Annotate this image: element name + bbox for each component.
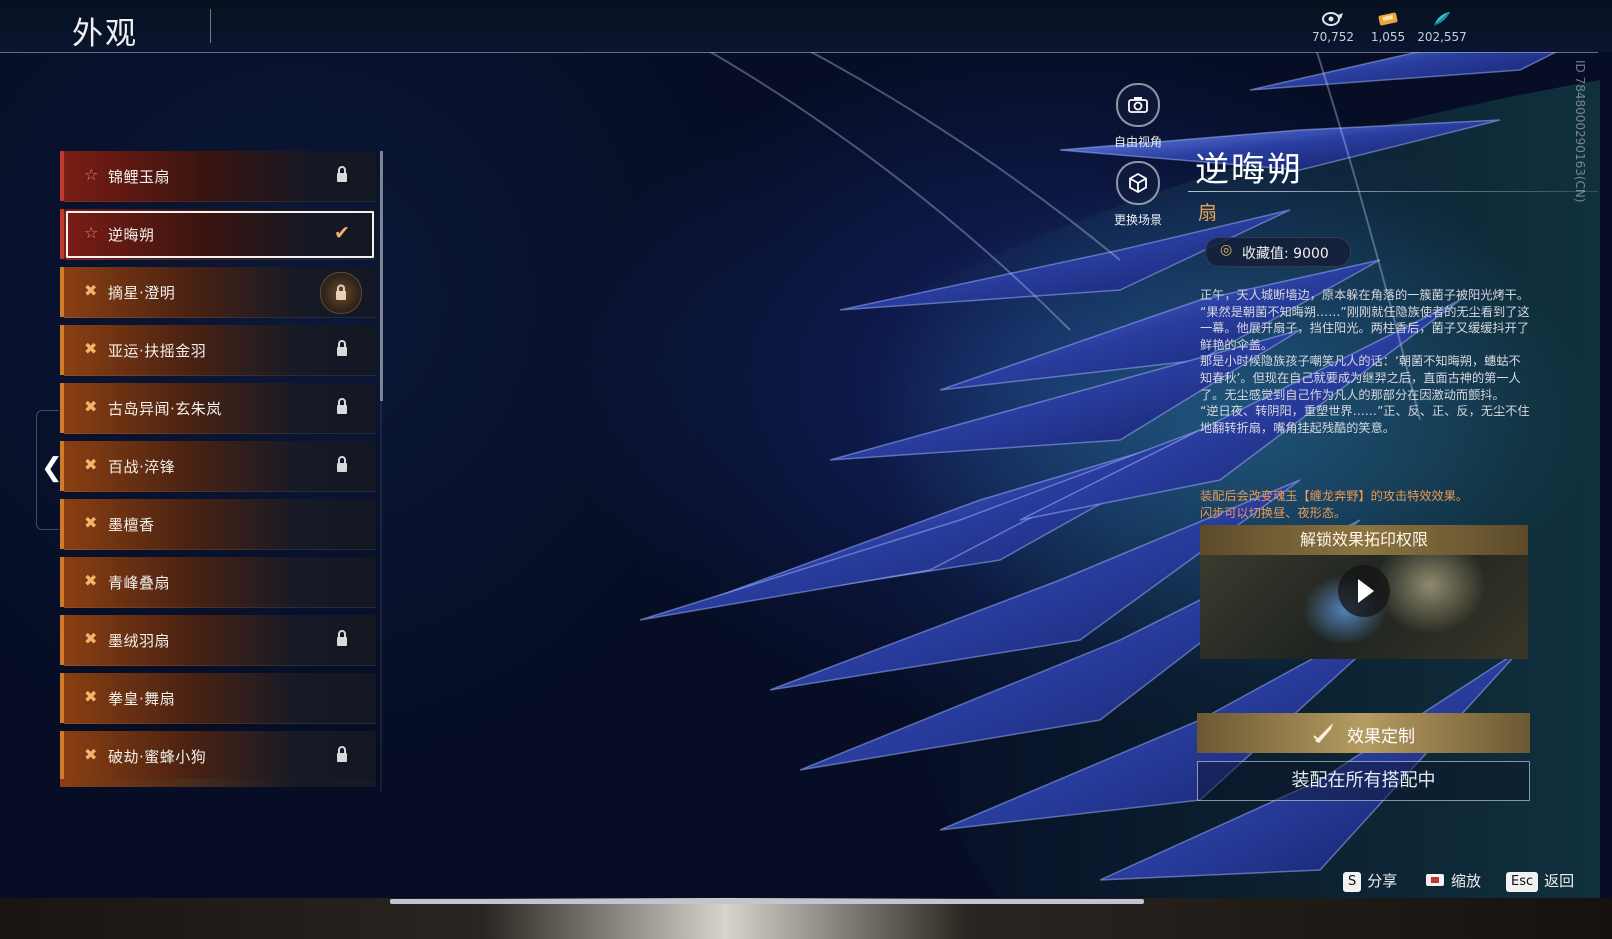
currency-spirit-value: 70,752 [1312,30,1354,44]
item-type: 扇 [1198,202,1218,224]
lock-icon [332,396,352,418]
currency-ticket: 1,055 [1358,10,1418,44]
list-item[interactable]: ☆ 锦鲤玉扇 [60,151,376,202]
item-label: 拳皇·舞扇 [108,690,176,708]
free-camera-button[interactable]: 自由视角 [1098,83,1178,150]
item-label: 亚运·扶摇金羽 [108,342,207,360]
zoom-label: 缩放 [1451,872,1482,890]
appearance-list: ☆ 锦鲤玉扇 ☆ 逆晦朔 ✔ ✖ 摘星·澄明 ✖ 亚运·扶摇金羽 ✖ 古岛异闻·… [60,151,376,789]
play-button[interactable] [1338,565,1390,617]
currency-feather-value: 202,557 [1417,30,1467,44]
key-s: S [1343,872,1362,892]
top-divider [0,52,1598,53]
list-item[interactable]: ✖ 破劫·蜜蜂小狗 [60,731,376,782]
sword-icon [1311,721,1337,749]
collection-icon: ◎ [1220,242,1233,258]
play-icon [1358,579,1374,603]
cross-rarity-icon: ✖ [84,455,98,474]
cross-rarity-icon: ✖ [84,513,98,532]
feather-currency-icon [1412,10,1472,28]
list-item[interactable]: ✖ 摘星·澄明 [60,267,376,318]
list-item[interactable]: ✖ 百战·淬锋 [60,441,376,492]
item-description: 正午，天人城断墙边，原本躲在角落的一簇菌子被阳光烤干。 “果然是朝菌不知晦朔……… [1200,287,1530,436]
list-item[interactable]: ✖ 墨绒羽扇 [60,615,376,666]
camera-icon [1116,83,1160,127]
collection-value-badge: ◎ 收藏值: 9000 [1205,237,1351,267]
item-label: 摘星·澄明 [108,284,176,302]
item-label: 青峰叠扇 [108,574,171,592]
list-item[interactable]: ✖ 拳皇·舞扇 [60,673,376,724]
equip-all-button[interactable]: 装配在所有搭配中 [1197,761,1530,801]
cube-icon [1116,161,1160,205]
unlock-effect-banner[interactable]: 解锁效果拓印权限 [1200,525,1528,555]
share-label: 分享 [1367,872,1398,890]
locked-badge-icon [320,272,362,314]
list-item[interactable]: ✖ 青峰叠扇 [60,557,376,608]
list-item[interactable]: ✖ 古岛异闻·玄朱岚 [60,383,376,434]
vertical-id-text: ID 7848000290163(CN) [1573,60,1587,203]
item-label: 古岛异闻·玄朱岚 [108,400,222,418]
lock-icon [332,454,352,476]
free-camera-label: 自由视角 [1113,135,1162,149]
chevron-left-icon: ❮ [41,453,63,483]
cross-rarity-icon: ✖ [84,629,98,648]
effect-note-line: 闪步可以切换昼、夜形态。 [1200,505,1347,520]
zoom-hint[interactable]: 缩放 [1425,870,1481,891]
list-item-partial[interactable] [60,779,376,787]
customize-effect-button[interactable]: 效果定制 [1197,713,1530,753]
item-label: 逆晦朔 [108,226,155,244]
title-separator [210,9,211,43]
item-label: 锦鲤玉扇 [108,168,171,186]
list-item-selected[interactable]: ☆ 逆晦朔 ✔ [60,209,376,260]
zoom-icon [1425,871,1445,889]
ticket-currency-icon [1358,10,1418,28]
lock-icon [332,338,352,360]
collection-value: 收藏值: 9000 [1242,246,1329,262]
description-paragraph: “果然是朝菌不知晦朔……”刚刚就任隐族使者的无尘看到了这一幕。他展开扇子，挡住阳… [1200,304,1530,352]
list-item[interactable]: ✖ 亚运·扶摇金羽 [60,325,376,376]
page-title: 外观 [72,16,138,52]
customize-effect-label: 效果定制 [1347,727,1415,747]
checkmark-icon: ✔ [334,222,350,244]
cross-rarity-icon: ✖ [84,687,98,706]
cross-rarity-icon: ✖ [84,281,98,300]
description-paragraph: “逆日夜、转阴阳，重塑世界……”正、反、正、反，无尘不住地翻转折扇，嘴角挂起残酷… [1200,404,1530,435]
list-scrollbar-thumb[interactable] [380,151,383,401]
currency-ticket-value: 1,055 [1370,30,1406,44]
change-scene-button[interactable]: 更换场景 [1098,161,1178,228]
collapse-panel-button[interactable]: ❮ [36,410,63,530]
lock-icon [332,628,352,650]
key-esc: Esc [1506,872,1539,892]
item-label: 墨檀香 [108,516,155,534]
item-name: 逆晦朔 [1195,150,1303,190]
lock-icon [332,164,352,186]
effect-note: 装配后会改变魂玉【缠龙奔野】的攻击特效效果。 闪步可以切换昼、夜形态。 [1200,488,1520,521]
back-label: 返回 [1544,872,1575,890]
cross-rarity-icon: ✖ [84,745,98,764]
lock-icon [332,744,352,766]
name-underline [1188,191,1598,192]
item-label: 破劫·蜜蜂小狗 [108,748,207,766]
change-scene-label: 更换场景 [1113,213,1162,227]
cross-rarity-icon: ✖ [84,339,98,358]
currency-feather: 202,557 [1412,10,1472,44]
effect-note-line: 装配后会改变魂玉【缠龙奔野】的攻击特效效果。 [1200,489,1469,503]
currency-spirit: 70,752 [1303,10,1363,44]
cross-rarity-icon: ✖ [84,571,98,590]
share-hint[interactable]: S 分享 [1343,870,1397,892]
spirit-currency-icon [1303,10,1363,28]
scene-progress-bar [390,899,1144,904]
list-item[interactable]: ✖ 墨檀香 [60,499,376,550]
item-label: 墨绒羽扇 [108,632,171,650]
back-hint[interactable]: Esc 返回 [1506,870,1574,892]
description-paragraph: 正午，天人城断墙边，原本躲在角落的一簇菌子被阳光烤干。 [1200,288,1530,302]
description-paragraph: 那是小时候隐族孩子嘲笑凡人的话：‘朝菌不知晦朔，蟪蛄不知春秋’。但现在自己就要成… [1200,354,1521,402]
star-rarity-icon: ☆ [84,165,99,184]
scene-bottom-strip [0,898,1612,939]
item-label: 百战·淬锋 [108,458,176,476]
star-rarity-icon: ☆ [84,223,99,242]
cross-rarity-icon: ✖ [84,397,98,416]
